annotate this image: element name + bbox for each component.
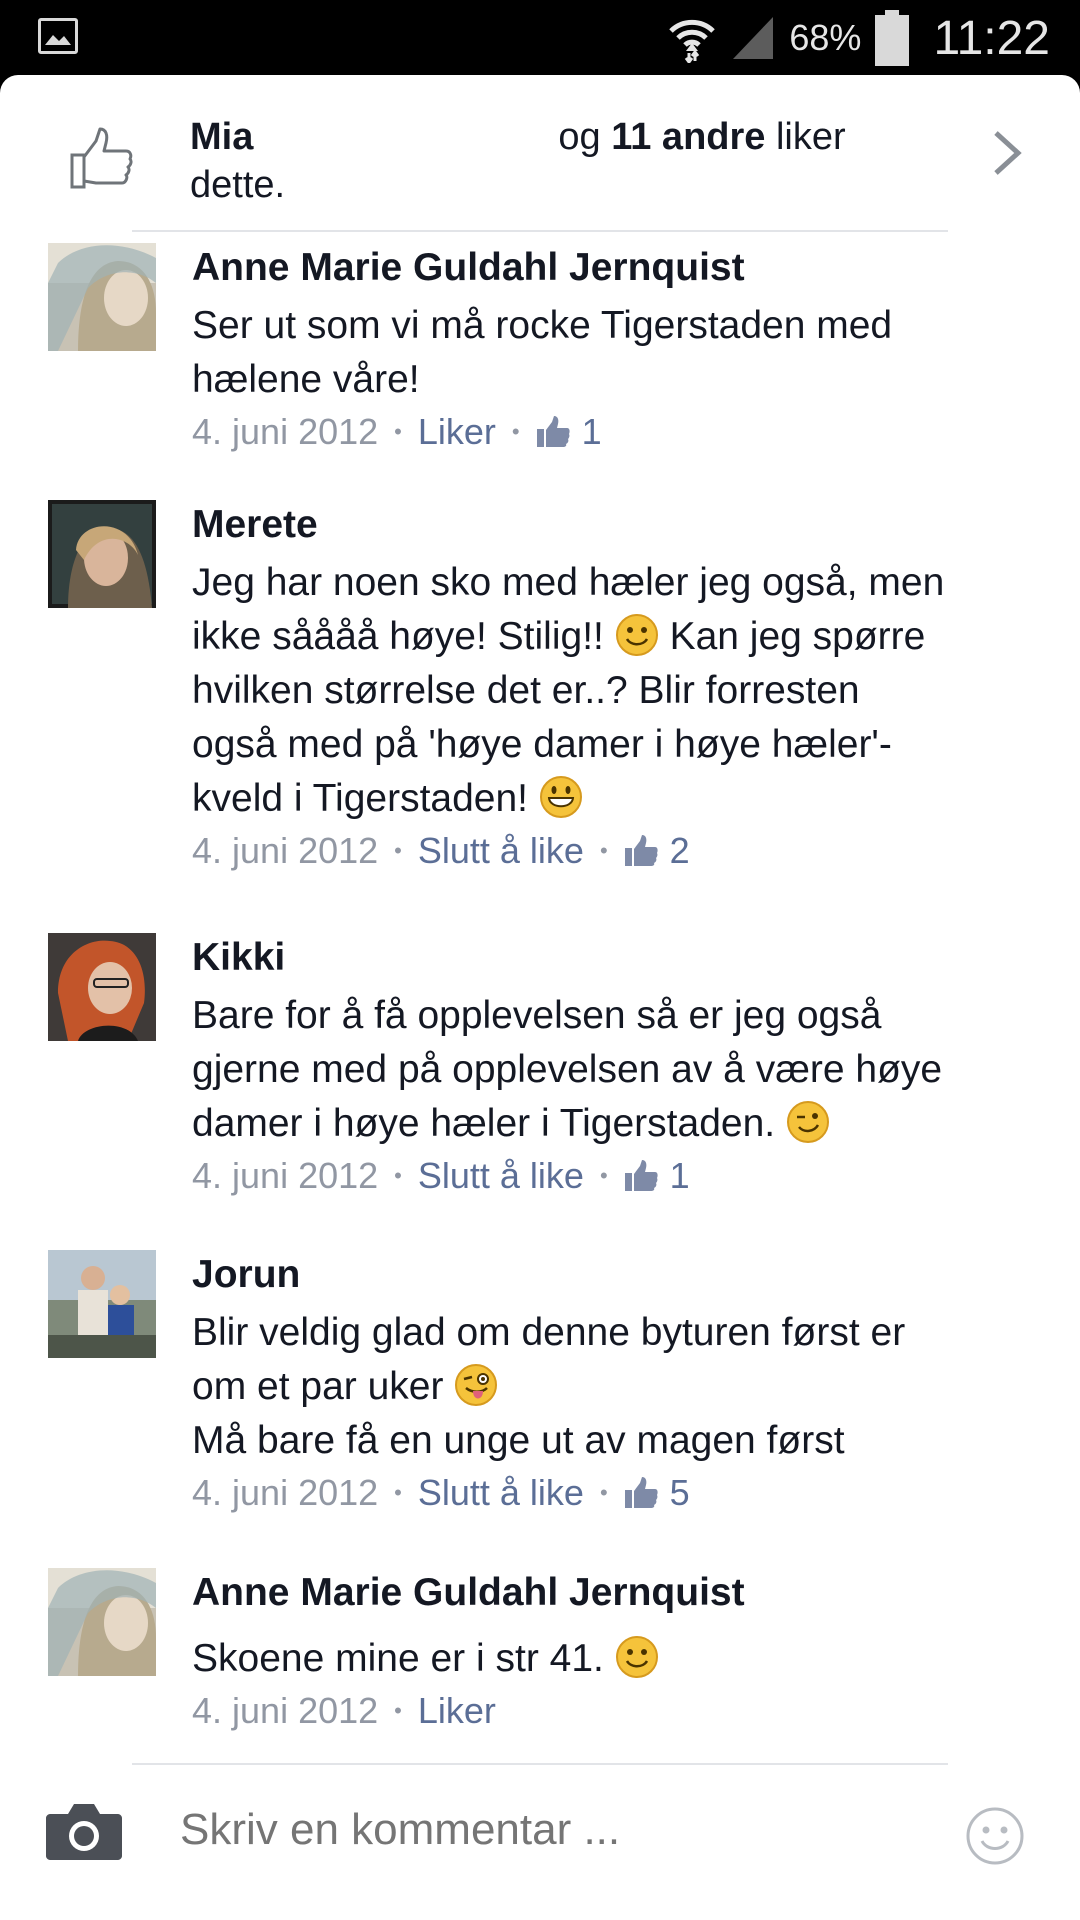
comment-line: også med på 'høye damer i høye hæler'- bbox=[192, 723, 892, 766]
likes-and: og bbox=[558, 116, 601, 158]
likes-suffix: liker bbox=[775, 116, 846, 158]
tongue-wink-emoji-icon bbox=[455, 1364, 498, 1406]
gallery-notification-icon bbox=[38, 18, 78, 54]
avatar[interactable] bbox=[48, 500, 156, 608]
comment-meta: 4. juni 2012 • Liker • 1 bbox=[192, 409, 1022, 455]
comment-author[interactable]: Anne Marie Guldahl Jernquist bbox=[192, 243, 1022, 293]
comment-text: Jeg har noen sko med hæler jeg også, men… bbox=[192, 556, 1022, 826]
comment-line: hælene våre! bbox=[192, 358, 420, 401]
like-count[interactable]: 2 bbox=[670, 828, 690, 874]
liker-name[interactable]: Mia bbox=[190, 116, 253, 158]
comment-text: Ser ut som vi må rocke Tigerstaden med h… bbox=[192, 299, 1022, 407]
comment-text: Bare for å få opplevelsen så er jeg også… bbox=[192, 989, 1022, 1151]
comment-date: 4. juni 2012 bbox=[192, 1690, 379, 1731]
comment-date: 4. juni 2012 bbox=[192, 1155, 379, 1196]
like-count-icon bbox=[536, 416, 570, 447]
unlike-action[interactable]: Slutt å like bbox=[418, 828, 584, 874]
comment-line: damer i høye hæler i Tigerstaden. bbox=[192, 1097, 1022, 1151]
comment-line: hvilken størrelse det er..? Blir forrest… bbox=[192, 669, 860, 712]
comment-line: gjerne med på opplevelsen av å være høye bbox=[192, 1048, 943, 1091]
like-count[interactable]: 1 bbox=[670, 1153, 690, 1199]
comment-date: 4. juni 2012 bbox=[192, 1472, 379, 1513]
avatar[interactable] bbox=[48, 1250, 156, 1358]
comment-meta: 4. juni 2012 • Slutt å like • 2 bbox=[192, 828, 1022, 874]
comment-text: Blir veldig glad om denne byturen først … bbox=[192, 1306, 1022, 1468]
comment-meta: 4. juni 2012 • Slutt å like • 5 bbox=[192, 1470, 1022, 1516]
comment-meta: 4. juni 2012 • Liker bbox=[192, 1688, 1022, 1734]
unlike-action[interactable]: Slutt å like bbox=[418, 1470, 584, 1516]
comment-line: Må bare få en unge ut av magen først bbox=[192, 1419, 845, 1462]
comment-line: om et par uker bbox=[192, 1360, 1022, 1414]
comment-date: 4. juni 2012 bbox=[192, 411, 379, 452]
like-count[interactable]: 1 bbox=[582, 409, 602, 455]
clock: 11:22 bbox=[933, 11, 1050, 65]
comment-line: ikke såååå høye! Stilig!! Kan jeg spørre bbox=[192, 614, 926, 658]
grin-emoji-icon bbox=[539, 776, 582, 818]
thumbs-up-icon bbox=[70, 127, 133, 189]
comment-line: Jeg har noen sko med hæler jeg også, men bbox=[192, 561, 945, 604]
like-count[interactable]: 5 bbox=[670, 1470, 690, 1516]
camera-icon[interactable] bbox=[46, 1800, 122, 1860]
sticker-emoji-button[interactable] bbox=[965, 1806, 1025, 1866]
like-action[interactable]: Liker bbox=[418, 409, 496, 455]
comment-line: Skoene mine er i str 41. bbox=[192, 1632, 1022, 1686]
battery-percent: 68% bbox=[789, 17, 862, 58]
comment-line: kveld i Tigerstaden! bbox=[192, 772, 1022, 826]
like-count-icon bbox=[624, 835, 658, 866]
comment-meta: 4. juni 2012 • Slutt å like • 1 bbox=[192, 1153, 1022, 1199]
comment-author[interactable]: Merete bbox=[192, 500, 1022, 550]
status-bar: 68% 11:22 bbox=[0, 0, 1080, 75]
comment-author[interactable]: Kikki bbox=[192, 933, 1022, 983]
comment-line: Bare for å få opplevelsen så er jeg også bbox=[192, 994, 882, 1037]
like-action[interactable]: Liker bbox=[418, 1688, 496, 1734]
likes-text: Mia og 11 andre liker dette. bbox=[190, 113, 940, 209]
battery-icon bbox=[875, 10, 910, 66]
smile-emoji-icon bbox=[615, 614, 658, 656]
like-count-icon bbox=[624, 1160, 658, 1191]
wifi-icon bbox=[669, 19, 716, 63]
unlike-action[interactable]: Slutt å like bbox=[418, 1153, 584, 1199]
smile-emoji-icon bbox=[615, 1636, 658, 1678]
likes-others[interactable]: 11 andre bbox=[611, 116, 765, 158]
like-count-icon bbox=[624, 1477, 658, 1508]
avatar[interactable] bbox=[48, 933, 156, 1041]
comments-sheet: Mia og 11 andre liker dette. Anne Marie G… bbox=[0, 75, 1080, 1920]
signal-icon bbox=[733, 17, 774, 59]
avatar[interactable] bbox=[48, 1568, 156, 1676]
wink-emoji-icon bbox=[786, 1101, 829, 1143]
divider bbox=[132, 1763, 948, 1765]
comment-author[interactable]: Jorun bbox=[192, 1250, 1022, 1300]
chevron-right-icon[interactable] bbox=[990, 127, 1026, 179]
comment-input[interactable] bbox=[180, 1805, 880, 1855]
comment-line: Blir veldig glad om denne byturen først … bbox=[192, 1311, 906, 1354]
avatar[interactable] bbox=[48, 243, 156, 351]
likes-line2: dette. bbox=[190, 164, 286, 206]
likes-summary[interactable]: Mia og 11 andre liker dette. bbox=[0, 75, 1080, 230]
comment-date: 4. juni 2012 bbox=[192, 830, 379, 871]
comment-line: Ser ut som vi må rocke Tigerstaden med bbox=[192, 304, 893, 347]
divider bbox=[132, 230, 948, 232]
comment-text: Skoene mine er i str 41. bbox=[192, 1632, 1022, 1686]
comment-author[interactable]: Anne Marie Guldahl Jernquist bbox=[192, 1568, 1022, 1618]
